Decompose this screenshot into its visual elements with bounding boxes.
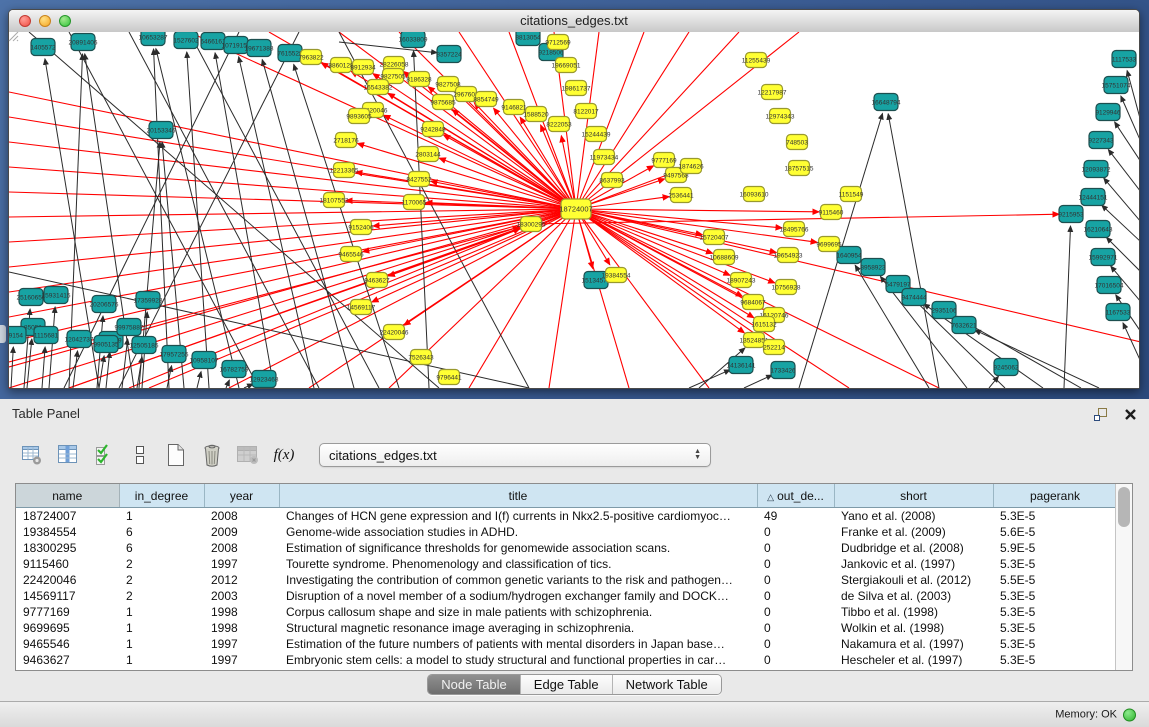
scrollbar-thumb[interactable] (1118, 487, 1130, 527)
memory-status-label: Memory: OK (1055, 709, 1117, 721)
close-window-icon[interactable] (19, 15, 31, 27)
network-window: citations_edges.txt 14055722089140610653… (8, 9, 1140, 389)
table-column-icon (56, 443, 80, 467)
column-header-title[interactable]: title (279, 484, 757, 508)
table-row[interactable]: 969969511998Structural magnetic resonanc… (16, 620, 1115, 636)
node-table-grid[interactable]: name in_degree year title △out_de... sho… (16, 484, 1115, 670)
delete-table-button[interactable] (233, 440, 263, 470)
table-row[interactable]: 977716911998Corpus callosum shape and si… (16, 604, 1115, 620)
table-toolbar: f(x) citations_edges.txt ▲▼ (17, 437, 711, 473)
table-row[interactable]: 1938455462009Genome-wide association stu… (16, 524, 1115, 540)
table-selector-dropdown[interactable]: citations_edges.txt ▲▼ (319, 443, 711, 467)
float-panel-icon[interactable] (1093, 407, 1108, 422)
table-selector-value: citations_edges.txt (329, 448, 437, 463)
table-gear-icon (20, 443, 44, 467)
table-row[interactable]: 946362711997Embryonic stem cells: a mode… (16, 652, 1115, 668)
disabled-table-icon (235, 443, 261, 467)
table-row[interactable]: 2242004622012Investigating the contribut… (16, 572, 1115, 588)
select-all-rows-button[interactable] (89, 440, 119, 470)
column-header-pagerank[interactable]: pagerank (993, 484, 1115, 508)
fx-icon: f(x) (274, 447, 295, 464)
select-columns-button[interactable] (53, 440, 83, 470)
empty-checkboxes-icon (132, 443, 148, 467)
table-panel: Table Panel (0, 399, 1149, 727)
table-row[interactable]: 1830029562008Estimation of significance … (16, 540, 1115, 556)
column-header-out-degree[interactable]: △out_de... (757, 484, 834, 508)
table-panel-titlebar: Table Panel (0, 399, 1149, 429)
west-panel-grip[interactable] (0, 325, 6, 343)
delete-column-button[interactable] (197, 440, 227, 470)
table-row[interactable]: 1872400712008Changes of HCN gene express… (16, 508, 1115, 525)
minimize-window-icon[interactable] (39, 15, 51, 27)
new-document-icon (164, 442, 188, 468)
network-desktop: citations_edges.txt 14055722089140610653… (0, 0, 1149, 399)
network-window-title: citations_edges.txt (9, 10, 1139, 32)
table-body: 1872400712008Changes of HCN gene express… (16, 508, 1115, 669)
function-builder-button[interactable]: f(x) (269, 440, 299, 470)
checkmarks-icon (93, 443, 115, 467)
tab-edge-table[interactable]: Edge Table (520, 675, 612, 694)
table-scrollbar[interactable] (1115, 484, 1132, 670)
memory-ok-indicator[interactable] (1123, 708, 1136, 721)
node-table: name in_degree year title △out_de... sho… (15, 483, 1133, 671)
deselect-rows-button[interactable] (125, 440, 155, 470)
status-bar: Memory: OK (0, 701, 1149, 727)
sort-ascending-icon: △ (767, 492, 774, 502)
zoom-window-icon[interactable] (59, 15, 71, 27)
column-header-in-degree[interactable]: in_degree (119, 484, 204, 508)
trash-icon (200, 442, 224, 468)
table-row[interactable]: 1456911722003Disruption of a novel membe… (16, 588, 1115, 604)
table-settings-button[interactable] (17, 440, 47, 470)
create-column-button[interactable] (161, 440, 191, 470)
tab-network-table[interactable]: Network Table (612, 675, 721, 694)
table-tabs: Node Table Edge Table Network Table (0, 674, 1149, 695)
table-row[interactable]: 946554611997Estimation of the future num… (16, 636, 1115, 652)
table-panel-title: Table Panel (12, 399, 80, 429)
window-controls (19, 15, 71, 27)
column-header-short[interactable]: short (834, 484, 993, 508)
dropdown-arrows-icon: ▲▼ (694, 449, 701, 461)
column-header-name[interactable]: name (16, 484, 119, 508)
column-header-year[interactable]: year (204, 484, 279, 508)
resize-grip-icon[interactable] (7, 30, 1137, 386)
close-panel-icon[interactable] (1124, 408, 1137, 421)
network-view[interactable]: 1405572208914061065328715276026466161107… (9, 32, 1139, 388)
table-row[interactable]: 911546021997Tourette syndrome. Phenomeno… (16, 556, 1115, 572)
table-header-row: name in_degree year title △out_de... sho… (16, 484, 1115, 508)
tab-node-table[interactable]: Node Table (428, 675, 520, 694)
